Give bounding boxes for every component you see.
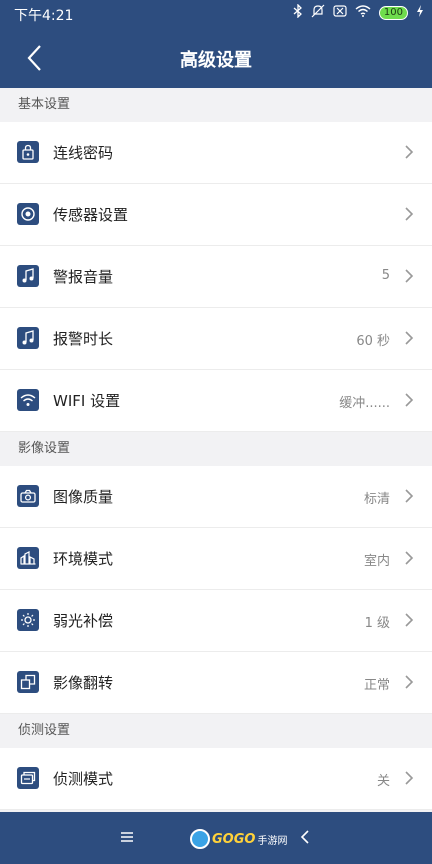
chevron-right-icon <box>405 331 414 345</box>
music-note-icon <box>17 327 39 349</box>
setting-row-low-light[interactable]: 弱光补偿 1 级 <box>0 590 432 652</box>
system-back-button[interactable] <box>298 828 312 846</box>
setting-label: WIFI 设置 <box>53 392 121 410</box>
logo-main-text: GOGO <box>212 831 256 847</box>
setting-row-environment-mode[interactable]: 环境模式 室内 <box>0 528 432 590</box>
home-button[interactable]: GOGO 手游网 <box>190 826 287 852</box>
section-header-detection: 侦测设置 <box>0 714 432 748</box>
hamburger-icon <box>121 832 133 842</box>
flip-icon <box>17 671 39 693</box>
setting-value: 60 秒 <box>356 334 390 349</box>
setting-row-wifi[interactable]: WIFI 设置 缓冲...... <box>0 370 432 432</box>
setting-label: 侦测模式 <box>53 770 114 788</box>
settings-list: 基本设置 连线密码 传感器设置 警报音量 5 报警时长 60 秒 WIFI 设置… <box>0 88 432 812</box>
battery-icon: 100 <box>378 6 408 20</box>
status-icons: 100 <box>293 3 424 22</box>
chevron-right-icon <box>405 145 414 159</box>
music-note-icon <box>17 265 39 287</box>
setting-value: 1 级 <box>364 616 390 631</box>
page-title: 高级设置 <box>180 50 252 71</box>
setting-row-image-quality[interactable]: 图像质量 标清 <box>0 466 432 528</box>
setting-label: 弱光补偿 <box>53 612 114 630</box>
camera-icon <box>17 485 39 507</box>
sensor-icon <box>17 203 39 225</box>
status-bar: 下午4:21 100 <box>0 0 432 28</box>
setting-row-detection-mode[interactable]: 侦测模式 关 <box>0 748 432 810</box>
setting-value: 关 <box>376 774 390 789</box>
section-header-basic: 基本设置 <box>0 88 432 122</box>
menu-button[interactable] <box>118 828 136 846</box>
chevron-left-icon <box>300 830 309 844</box>
setting-row-image-flip[interactable]: 影像翻转 正常 <box>0 652 432 714</box>
setting-label: 传感器设置 <box>53 206 129 224</box>
setting-label: 图像质量 <box>53 488 114 506</box>
chevron-right-icon <box>405 551 414 565</box>
setting-row-alarm-volume[interactable]: 警报音量 5 <box>0 246 432 308</box>
chevron-right-icon <box>405 771 414 785</box>
setting-value: 标清 <box>363 492 390 507</box>
setting-value: 5 <box>381 268 390 283</box>
chevron-right-icon <box>405 675 414 689</box>
wifi-icon <box>17 389 39 411</box>
status-time: 下午4:21 <box>14 8 74 24</box>
chevron-right-icon <box>405 489 414 503</box>
setting-label: 连线密码 <box>53 144 114 162</box>
system-nav-bar: GOGO 手游网 <box>0 812 432 864</box>
charging-icon <box>416 5 424 21</box>
environment-icon <box>17 547 39 569</box>
chevron-right-icon <box>405 393 414 407</box>
logo-icon <box>190 829 210 849</box>
lock-icon <box>17 141 39 163</box>
setting-label: 影像翻转 <box>53 674 114 692</box>
logo-sub-text: 手游网 <box>257 835 288 847</box>
header: 高级设置 <box>0 28 432 88</box>
section-header-image: 影像设置 <box>0 432 432 466</box>
setting-value: 室内 <box>363 554 390 569</box>
setting-label: 环境模式 <box>53 550 114 568</box>
no-sim-icon <box>333 5 347 21</box>
chevron-right-icon <box>405 207 414 221</box>
bluetooth-icon <box>293 3 303 22</box>
setting-row-sensor[interactable]: 传感器设置 <box>0 184 432 246</box>
setting-label: 报警时长 <box>53 330 114 348</box>
setting-label: 警报音量 <box>53 268 114 286</box>
setting-row-connection-password[interactable]: 连线密码 <box>0 122 432 184</box>
chevron-right-icon <box>405 269 414 283</box>
chevron-right-icon <box>405 613 414 627</box>
brightness-icon <box>17 609 39 631</box>
setting-value: 正常 <box>363 678 390 693</box>
wifi-status-icon <box>355 5 371 21</box>
setting-row-alarm-duration[interactable]: 报警时长 60 秒 <box>0 308 432 370</box>
mute-icon <box>311 4 325 22</box>
setting-value: 缓冲...... <box>339 396 390 411</box>
detection-icon <box>17 767 39 789</box>
